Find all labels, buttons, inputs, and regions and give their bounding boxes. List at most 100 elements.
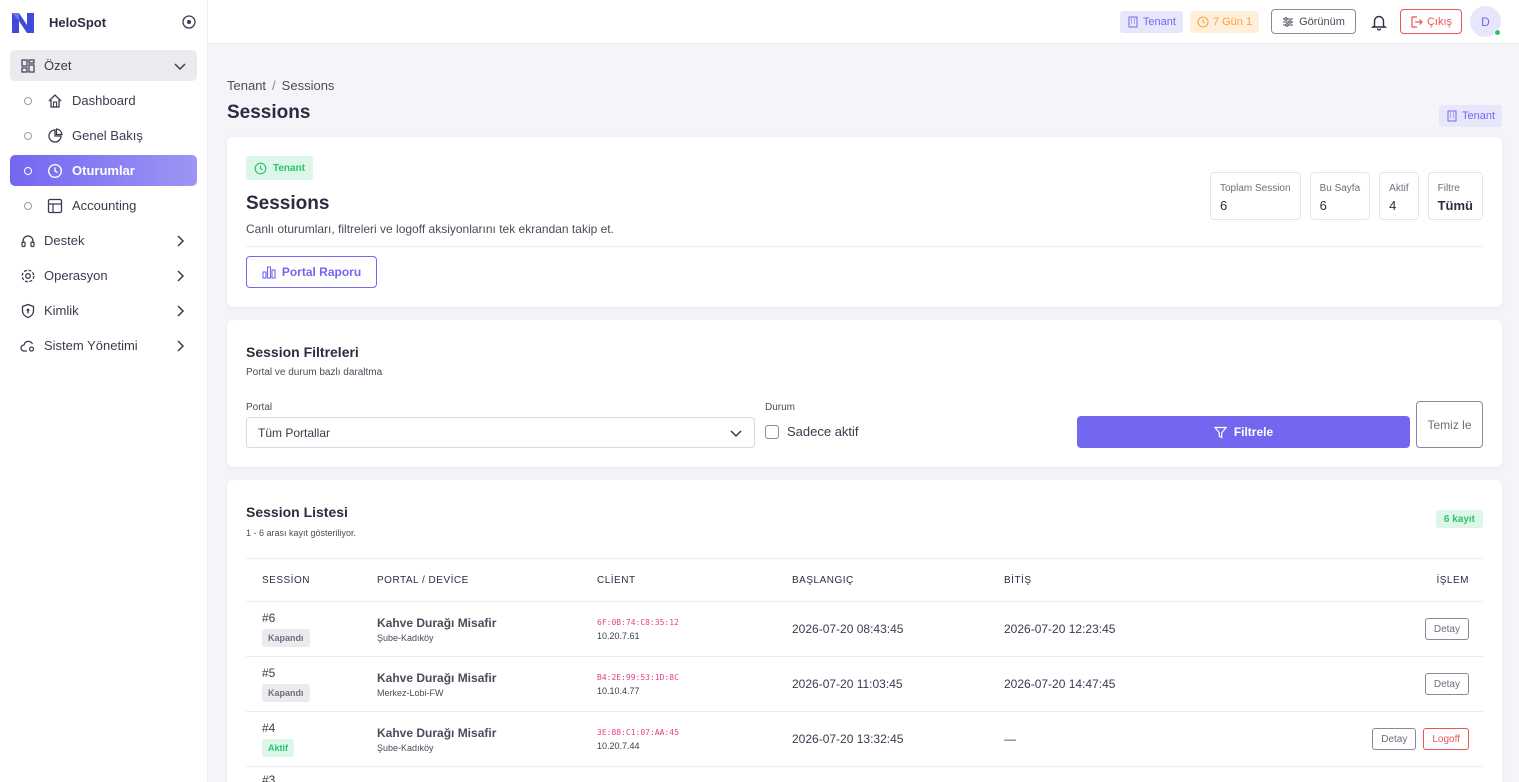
filter-card: Session Filtreleri Portal ve durum bazlı… (227, 320, 1502, 467)
clear-button[interactable]: Temiz le (1416, 401, 1483, 448)
sliders-icon (1283, 16, 1294, 27)
headset-icon (20, 233, 36, 249)
list-title: Session Listesi (246, 504, 348, 520)
bullet-icon (24, 96, 32, 105)
sidebar-item-destek[interactable]: Destek (10, 225, 197, 256)
table-icon (46, 198, 64, 214)
avatar[interactable]: D (1470, 6, 1501, 37)
detail-button[interactable]: Detay (1372, 728, 1417, 750)
overview-card: Tenant Sessions Canlı oturumları, filtre… (227, 137, 1502, 307)
column-header-end[interactable]: BİTİŞ (1004, 575, 1204, 586)
detail-button[interactable]: Detay (1424, 673, 1469, 695)
detail-button[interactable]: Detay (1424, 618, 1469, 640)
end-time: — (1004, 732, 1016, 746)
sidebar-item-sistem-yonetimi[interactable]: Sistem Yönetimi (10, 330, 197, 361)
portal-report-label: Portal Raporu (281, 265, 362, 279)
column-header-portal-device[interactable]: PORTAL / DEVİCE (377, 575, 597, 586)
tenant-chip[interactable]: Tenant (1119, 10, 1183, 33)
filter-subtitle: Portal ve durum bazlı daraltma (246, 367, 383, 378)
avatar-initial: D (1481, 14, 1490, 29)
shield-icon (20, 303, 36, 319)
table-row: #4 Aktif Kahve Durağı Misafir Şube-Kadık… (246, 712, 1483, 767)
portal-report-button[interactable]: Portal Raporu (246, 256, 377, 288)
column-header-start[interactable]: BAŞLANGIÇ (792, 575, 1004, 586)
logoff-button[interactable]: Logoff (1423, 728, 1469, 750)
topbar: Tenant 7 Gün 1 Görünüm Çıkış D (208, 0, 1519, 44)
stat-filter: Filtre Tümü (1427, 172, 1483, 220)
stat-value: Tümü (1437, 198, 1473, 213)
client-ip: 10.20.7.61 (597, 630, 640, 641)
sidebar-item-dashboard[interactable]: Dashboard (10, 85, 197, 116)
column-header-action: İŞLEM (1436, 574, 1469, 586)
tenant-chip-label: Tenant (1142, 15, 1176, 28)
portal-name: Kahve Durağı Misafir (377, 725, 497, 740)
status-badge: Kapandı (262, 629, 310, 647)
stat-value: 4 (1389, 198, 1397, 213)
session-id: #5 (262, 666, 276, 680)
stat-label: Toplam Session (1219, 183, 1291, 194)
record-count-badge: 6 kayıt (1435, 510, 1483, 528)
table-row-partial: #3 (246, 767, 1483, 782)
stat-this-page: Bu Sayfa 6 (1309, 172, 1371, 220)
session-id: #3 (262, 773, 276, 782)
sidebar-item-genel-bakis[interactable]: Genel Bakış (10, 120, 197, 151)
dashboard-grid-icon (20, 58, 36, 74)
gear-icon (20, 268, 36, 284)
brand[interactable]: HeloSpot (0, 0, 207, 44)
status-label: Durum (765, 402, 796, 413)
sidebar-item-operasyon[interactable]: Operasyon (10, 260, 197, 291)
pie-chart-icon (46, 127, 64, 144)
sidebar-item-ozet[interactable]: Özet (10, 50, 197, 81)
end-time: 2026-07-20 12:23:45 (1004, 622, 1116, 636)
chevron-down-icon (174, 62, 186, 70)
session-list-card: Session Listesi 1 - 6 arası kayıt göster… (227, 480, 1502, 782)
active-only-label: Sadece aktif (787, 424, 859, 439)
portal-name: Kahve Durağı Misafir (377, 670, 497, 685)
home-icon (46, 93, 64, 109)
cloud-settings-icon (20, 338, 36, 354)
client-ip: 10.20.7.44 (597, 740, 640, 751)
client-mac: 3E:88:C1:07:AA:45 (597, 727, 679, 737)
view-button[interactable]: Görünüm (1271, 9, 1356, 34)
checkbox-box[interactable] (765, 424, 779, 439)
client-mac: B4:2E:99:53:1D:8C (597, 672, 679, 682)
scope-chip: Tenant (1438, 105, 1502, 127)
bell-icon[interactable] (1370, 13, 1388, 31)
sidebar-item-kimlik[interactable]: Kimlik (10, 295, 197, 326)
filter-button[interactable]: Filtrele (1077, 416, 1410, 448)
sidebar-item-label: Özet (44, 58, 72, 73)
sidebar-toggle-icon[interactable] (181, 14, 197, 30)
sidebar-item-label: Kimlik (44, 303, 79, 318)
overview-description: Canlı oturumları, filtreleri ve logoff a… (246, 222, 614, 236)
building-icon (1447, 110, 1457, 122)
online-status-dot (1494, 29, 1501, 36)
table-row: #5 Kapandı Kahve Durağı Misafir Merkez-L… (246, 657, 1483, 712)
tenant-badge-label: Tenant (273, 162, 306, 174)
trial-chip[interactable]: 7 Gün 1 (1189, 10, 1260, 33)
stat-label: Filtre (1437, 183, 1460, 194)
portal-name: Kahve Durağı Misafir (377, 615, 497, 630)
scope-chip-label: Tenant (1461, 110, 1495, 122)
chevron-right-icon (177, 269, 185, 282)
chevron-right-icon (177, 234, 185, 247)
sidebar-item-accounting[interactable]: Accounting (10, 190, 197, 221)
sidebar-item-label: Operasyon (44, 268, 108, 283)
status-badge: Kapandı (262, 684, 310, 702)
page-title: Sessions (227, 102, 311, 123)
sidebar-menu: Özet Dashboard Genel Bakış Oturumlar Acc… (0, 44, 207, 361)
logout-button[interactable]: Çıkış (1399, 9, 1462, 34)
funnel-icon (1213, 426, 1227, 438)
table-row: #6 Kapandı Kahve Durağı Misafir Şube-Kad… (246, 602, 1483, 657)
active-only-checkbox[interactable]: Sadece aktif (765, 424, 859, 439)
breadcrumb-current: Sessions (281, 78, 335, 93)
column-header-client[interactable]: CLİENT (597, 575, 792, 586)
breadcrumb-root[interactable]: Tenant (227, 78, 266, 93)
clock-icon (254, 162, 267, 174)
trial-chip-label: 7 Gün 1 (1212, 15, 1253, 28)
sidebar-item-oturumlar[interactable]: Oturumlar (10, 155, 197, 186)
portal-select[interactable]: Tüm Portallar (246, 417, 755, 448)
column-header-session[interactable]: SESSİON (246, 575, 377, 586)
overview-title: Sessions (246, 193, 330, 214)
list-subtitle: 1 - 6 arası kayıt gösteriliyor. (246, 528, 357, 538)
sidebar-item-label: Dashboard (72, 93, 136, 108)
